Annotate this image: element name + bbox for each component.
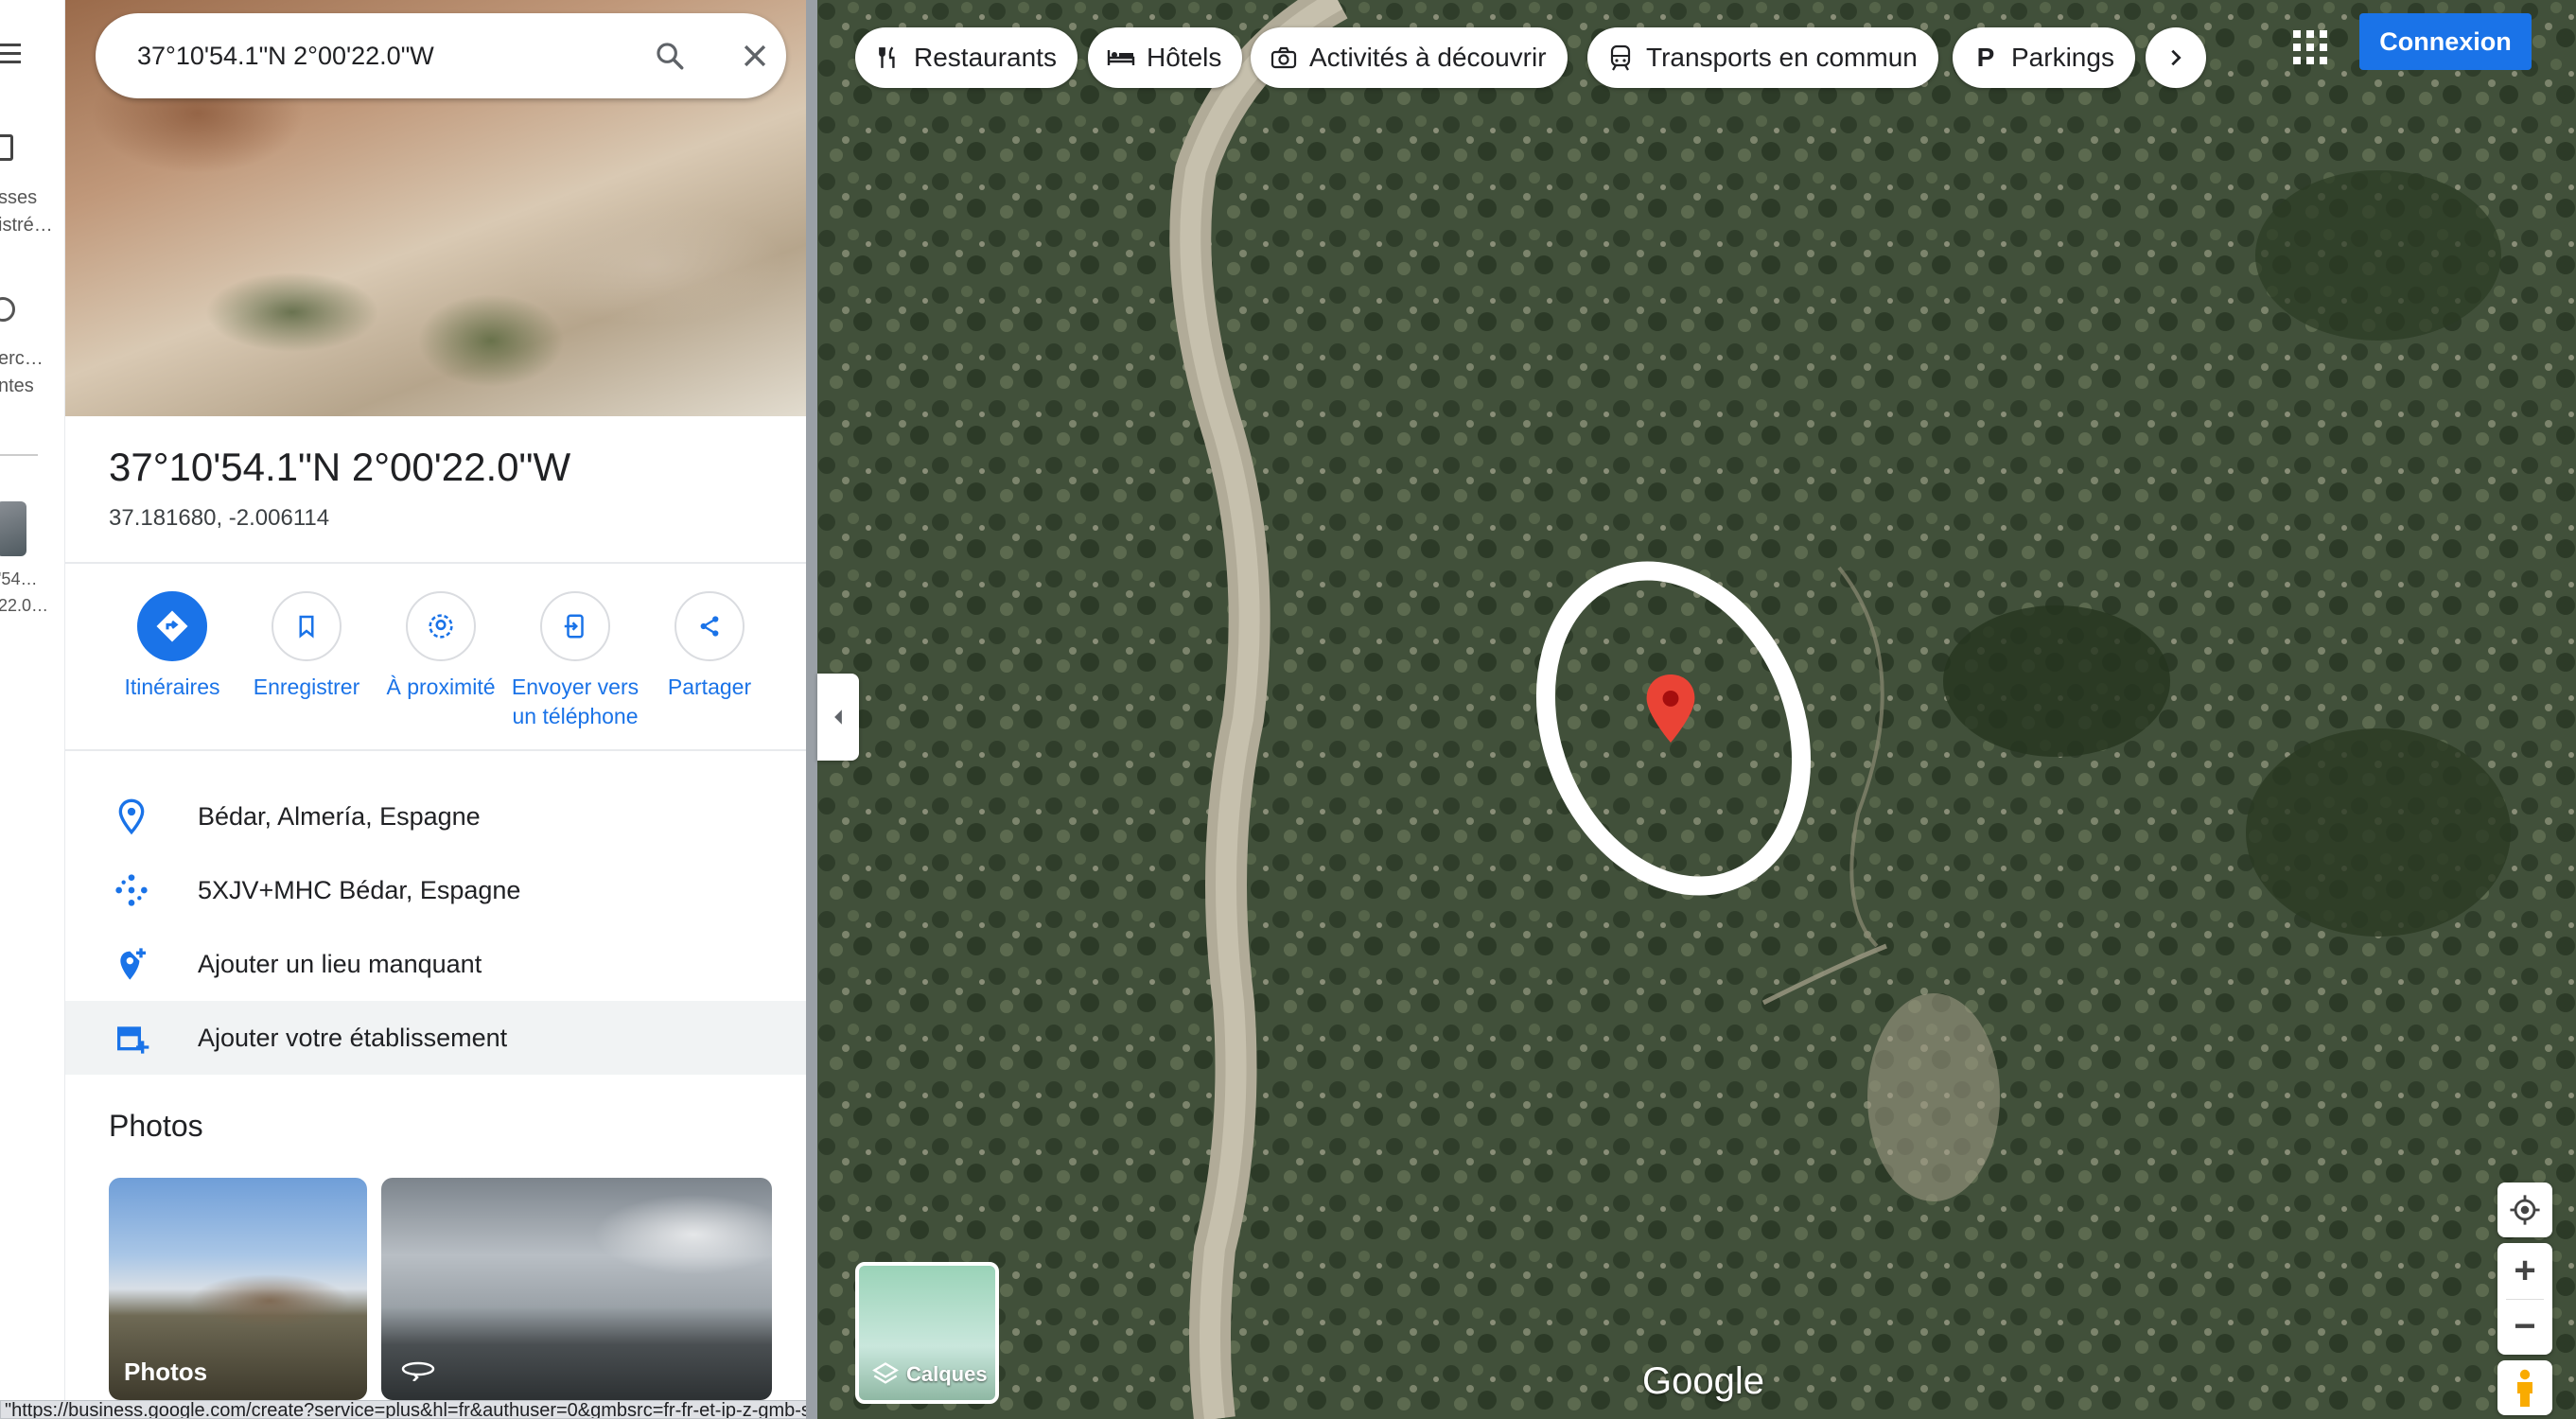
layers-button[interactable]: Calques	[855, 1262, 999, 1404]
send-to-phone-label: Envoyer vers un téléphone	[511, 674, 640, 728]
chip-transit-label: Transports en commun	[1646, 43, 1918, 72]
directions-icon	[137, 591, 207, 661]
caret-left-icon	[834, 710, 842, 725]
share-label: Partager	[667, 674, 752, 699]
close-icon[interactable]	[739, 40, 771, 72]
collapse-panel-button[interactable]	[817, 674, 859, 761]
transit-icon	[1606, 44, 1635, 72]
restaurant-icon	[874, 44, 902, 72]
search-icon[interactable]	[654, 40, 686, 72]
rail-saved-label[interactable]: sses istré…	[0, 184, 53, 239]
layers-label: Calques	[906, 1362, 988, 1386]
photo-card-label: Photos	[124, 1358, 208, 1386]
divider	[65, 562, 806, 564]
my-location-button[interactable]	[2497, 1182, 2552, 1237]
sign-in-button[interactable]: Connexion	[2359, 13, 2532, 70]
nearby-icon	[406, 591, 476, 661]
pegman-icon	[2517, 1369, 2532, 1407]
zoom-controls: + −	[2497, 1243, 2552, 1355]
place-title: 37°10'54.1"N 2°00'22.0"W	[109, 445, 571, 489]
my-location-icon	[2510, 1195, 2540, 1225]
chip-parking-label: Parkings	[2011, 43, 2114, 72]
add-place-icon	[120, 948, 146, 980]
chip-transit[interactable]: Transports en commun	[1587, 27, 1938, 88]
add-missing-place-text: Ajouter un lieu manquant	[198, 950, 482, 978]
chip-activities[interactable]: Activités à découvrir	[1251, 27, 1568, 88]
add-business-row[interactable]: Ajouter votre établissement	[65, 1001, 806, 1075]
highlight-ellipse	[1535, 561, 1812, 896]
search-input[interactable]	[137, 32, 591, 79]
chip-activities-label: Activités à découvrir	[1309, 43, 1547, 72]
chip-restaurants-label: Restaurants	[914, 43, 1057, 72]
photo-card-360[interactable]	[381, 1178, 772, 1400]
chip-restaurants[interactable]: Restaurants	[855, 27, 1078, 88]
search-box	[96, 13, 786, 98]
recent-place-thumbnail[interactable]	[0, 501, 26, 556]
chip-hotels[interactable]: Hôtels	[1088, 27, 1243, 88]
chevron-right-icon	[2171, 49, 2182, 66]
plus-code-row[interactable]: 5XJV+MHC Bédar, Espagne	[65, 853, 806, 927]
recent-place-label[interactable]: '54… 22.0…	[0, 566, 48, 619]
satellite-map[interactable]: Restaurants Hôtels Activités à découvrir…	[817, 0, 2576, 1419]
save-label: Enregistrer	[253, 674, 360, 699]
panel-splitter	[806, 0, 817, 1419]
address-text: Bédar, Almería, Espagne	[198, 802, 481, 831]
location-pin-marker[interactable]	[1646, 674, 1695, 743]
zoom-out-button[interactable]: −	[2497, 1300, 2552, 1355]
hotel-icon	[1107, 44, 1135, 72]
address-row[interactable]: Bédar, Almería, Espagne	[65, 780, 806, 853]
photo-card-photos[interactable]: Photos	[109, 1178, 367, 1400]
add-business-icon	[117, 1026, 149, 1054]
apps-grid-icon[interactable]	[2287, 25, 2329, 66]
divider	[65, 749, 806, 751]
saved-icon[interactable]	[0, 134, 13, 161]
plus-code-text: 5XJV+MHC Bédar, Espagne	[198, 876, 521, 904]
nearby-label: À proximité	[386, 674, 496, 699]
send-to-phone-button[interactable]: Envoyer vers un téléphone	[499, 591, 651, 731]
rail-recent-label[interactable]: erc… ntes	[0, 345, 44, 400]
photos-heading: Photos	[109, 1109, 203, 1143]
directions-button[interactable]: Itinéraires	[96, 591, 248, 702]
zoom-in-button[interactable]: +	[2497, 1244, 2552, 1299]
add-business-text: Ajouter votre établissement	[198, 1024, 508, 1052]
parking-icon: P	[1976, 43, 1995, 72]
share-icon	[675, 591, 745, 661]
chip-hotels-label: Hôtels	[1147, 43, 1222, 72]
rail-divider	[0, 454, 38, 456]
add-missing-place-row[interactable]: Ajouter un lieu manquant	[65, 927, 806, 1001]
recent-icon[interactable]	[0, 297, 15, 322]
menu-icon[interactable]	[0, 38, 21, 69]
send-to-phone-icon	[540, 591, 610, 661]
layers-icon	[872, 1362, 899, 1384]
left-rail: sses istré… erc… ntes '54… 22.0…	[0, 0, 65, 1419]
street-view-pegman[interactable]	[2497, 1360, 2552, 1415]
share-button[interactable]: Partager	[634, 591, 785, 702]
camera-icon	[1270, 44, 1298, 72]
directions-label: Itinéraires	[124, 674, 220, 699]
street-view-360-icon	[401, 1361, 435, 1381]
place-coordinates: 37.181680, -2.006114	[109, 505, 330, 531]
plus-code-icon	[115, 874, 148, 906]
bookmark-icon	[272, 591, 342, 661]
google-logo: Google	[1642, 1360, 1764, 1402]
place-panel: 37°10'54.1"N 2°00'22.0"W 37.181680, -2.0…	[65, 0, 806, 1419]
chips-more-button[interactable]	[2146, 27, 2206, 88]
save-button[interactable]: Enregistrer	[231, 591, 382, 702]
location-pin-icon	[118, 798, 145, 835]
nearby-button[interactable]: À proximité	[365, 591, 517, 702]
chip-parking[interactable]: P Parkings	[1953, 27, 2135, 88]
